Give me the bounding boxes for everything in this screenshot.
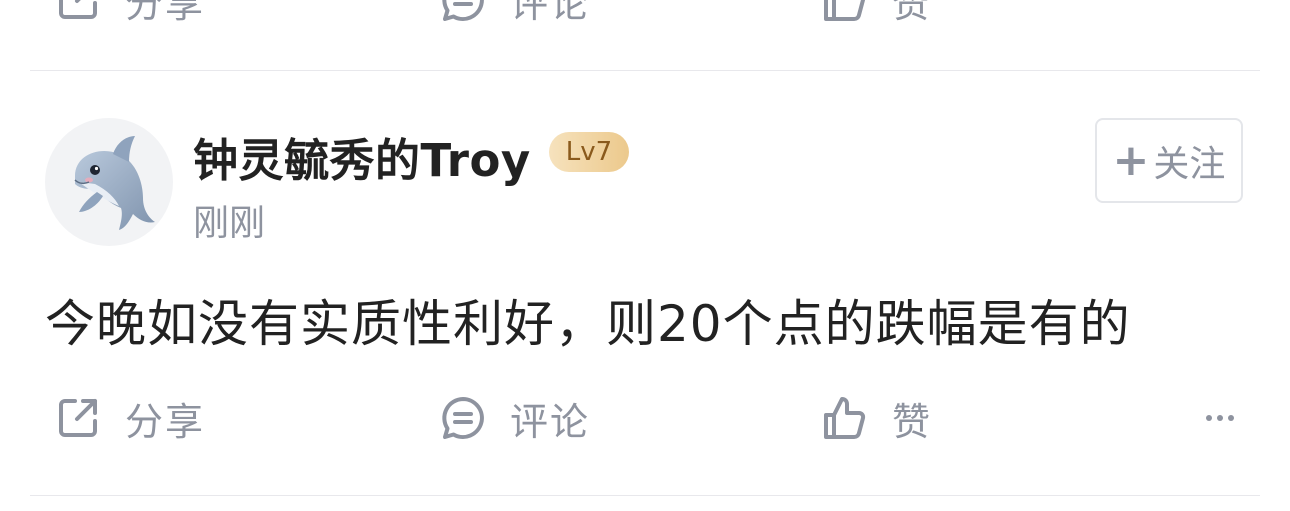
- level-badge: Lv7: [549, 132, 629, 172]
- like-button[interactable]: 赞: [822, 378, 932, 458]
- post-time: 刚刚: [193, 203, 266, 244]
- share-label: 分享: [125, 0, 206, 26]
- share-icon: [59, 399, 97, 437]
- post-divider-bottom: [30, 495, 1260, 496]
- thumbs-up-icon: [824, 0, 866, 21]
- share-icon: [59, 0, 97, 19]
- like-label: 赞: [892, 0, 933, 26]
- thumbs-up-icon: [824, 397, 866, 439]
- follow-label: 关注: [1153, 143, 1226, 185]
- comment-label: 评论: [510, 0, 591, 26]
- plus-icon: +: [1112, 134, 1150, 186]
- post-divider-top: [30, 70, 1260, 71]
- more-button[interactable]: [1200, 378, 1240, 458]
- like-label: 赞: [892, 399, 933, 444]
- like-button[interactable]: 赞: [822, 0, 932, 40]
- avatar[interactable]: [45, 118, 173, 246]
- comment-label: 评论: [510, 399, 591, 444]
- post-content[interactable]: 今晚如没有实质性利好，则20个点的跌幅是有的: [45, 284, 1131, 356]
- comment-button[interactable]: 评论: [440, 0, 590, 40]
- comment-icon: [442, 397, 484, 439]
- comment-button[interactable]: 评论: [440, 378, 590, 458]
- post-action-bar: 分享 评论 赞: [0, 378, 1290, 458]
- more-icon: [1206, 415, 1234, 421]
- dolphin-icon: [74, 136, 155, 230]
- author-name[interactable]: 钟灵毓秀的Troy: [193, 124, 531, 189]
- previous-post-action-bar: 分享 评论 赞: [0, 0, 1290, 40]
- follow-button[interactable]: + 关注: [1095, 118, 1243, 203]
- share-button[interactable]: 分享: [55, 0, 205, 40]
- share-button[interactable]: 分享: [55, 378, 205, 458]
- share-label: 分享: [125, 399, 206, 444]
- comment-icon: [442, 0, 484, 21]
